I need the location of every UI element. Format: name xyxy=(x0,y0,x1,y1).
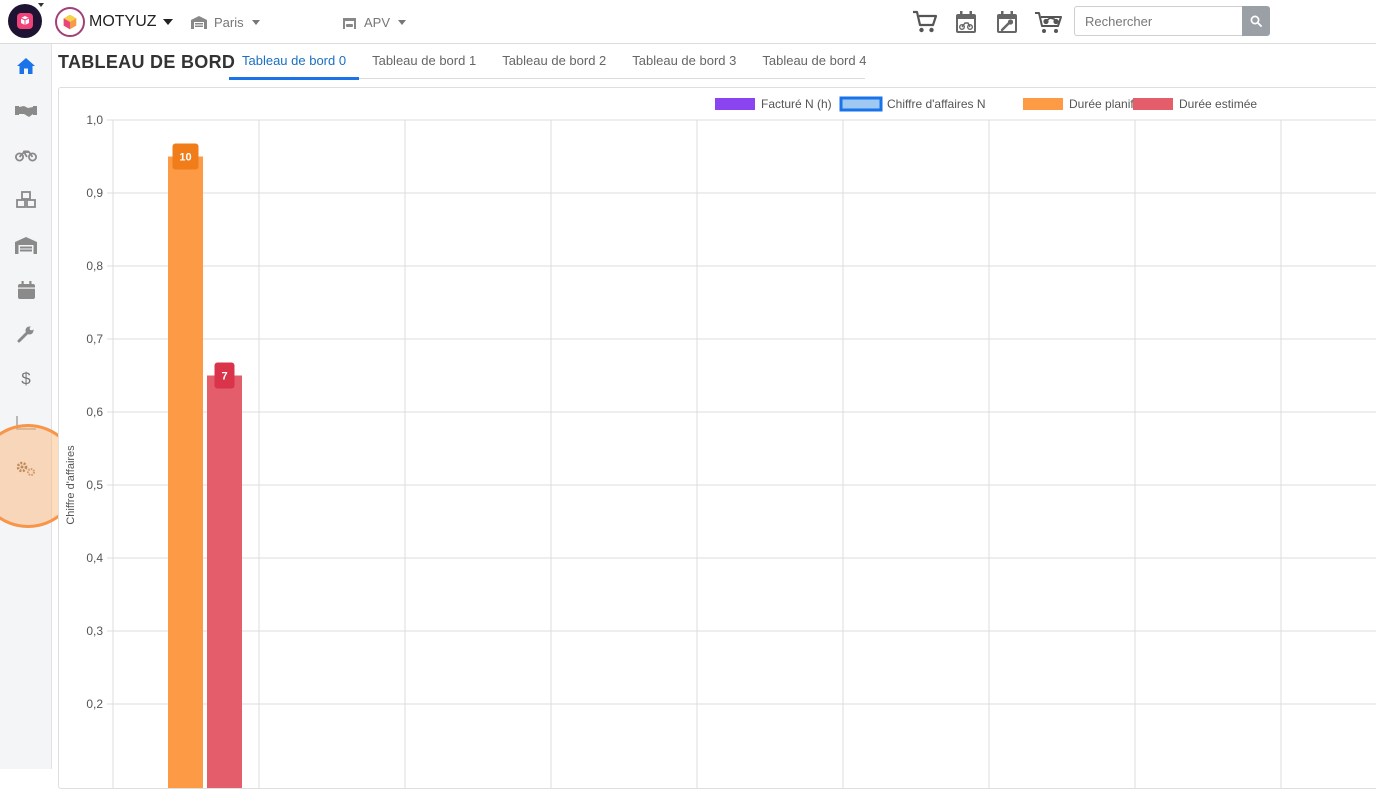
bar-2-0 xyxy=(168,156,203,788)
legend-label: Durée estimée xyxy=(1179,97,1257,111)
search-box xyxy=(1074,6,1270,36)
sidebar-item-home[interactable] xyxy=(0,48,52,84)
chart-icon xyxy=(16,416,36,430)
search-button[interactable] xyxy=(1242,6,1270,36)
y-tick-label: 1,0 xyxy=(86,113,103,127)
module-selector[interactable]: APV xyxy=(342,12,407,32)
site-selector[interactable]: Paris xyxy=(191,12,260,32)
sidebar-item-reports[interactable] xyxy=(0,405,52,441)
app-logo[interactable] xyxy=(8,4,42,38)
chart-panel: 1,0 0,9 0,8 0,7 0,6 0,5 0,4 0,3 0,2 Chiffre d'aff… xyxy=(58,87,1376,789)
page-title: TABLEAU DE BORD xyxy=(58,52,236,72)
y-tick-label: 0,4 xyxy=(86,551,103,565)
search-icon xyxy=(1250,15,1262,27)
data-label: 10 xyxy=(179,152,191,164)
brand-logo-icon xyxy=(55,7,85,37)
chevron-down-icon xyxy=(251,19,260,25)
sidebar-item-partners[interactable] xyxy=(0,93,52,129)
sidebar-item-finance[interactable]: $ xyxy=(0,361,52,397)
sidebar-item-vehicles[interactable] xyxy=(0,137,52,173)
legend-swatch xyxy=(839,96,883,112)
tab-dashboard-2[interactable]: Tableau de bord 2 xyxy=(489,46,619,77)
dashboard-tabs: Tableau de bord 0 Tableau de bord 1 Tabl… xyxy=(229,46,866,80)
app-menu-caret-icon[interactable] xyxy=(38,3,44,7)
cart-button[interactable] xyxy=(910,7,940,37)
bar-3-0 xyxy=(207,375,242,788)
y-axis-title: Chiffre d'affaires xyxy=(65,445,77,525)
cart-moto-icon xyxy=(1035,12,1062,33)
chevron-down-icon xyxy=(162,19,173,25)
warehouse-icon xyxy=(15,236,37,254)
calendar-icon xyxy=(17,281,35,299)
home-icon xyxy=(17,58,35,74)
tab-dashboard-1[interactable]: Tableau de bord 1 xyxy=(359,46,489,77)
cogs-icon xyxy=(16,461,35,476)
legend-label: Chiffre d'affaires N xyxy=(887,97,986,111)
search-input[interactable] xyxy=(1074,6,1242,36)
workshop-calendar-button[interactable] xyxy=(992,7,1022,37)
sidebar-item-warehouse[interactable] xyxy=(0,227,52,263)
brand-name: MOTYUZ xyxy=(89,13,157,30)
tab-dashboard-0[interactable]: Tableau de bord 0 xyxy=(229,46,360,80)
brand-selector[interactable]: MOTYUZ xyxy=(55,5,173,39)
bar-chart: 1,0 0,9 0,8 0,7 0,6 0,5 0,4 0,3 0,2 Chiffre d'aff… xyxy=(65,96,1376,788)
calendar-moto-icon xyxy=(956,11,976,33)
module-selector-label: APV xyxy=(364,14,391,30)
legend-swatch xyxy=(1023,98,1063,110)
y-tick-label: 0,3 xyxy=(86,624,103,638)
legend-swatch xyxy=(1133,98,1173,110)
garage-icon xyxy=(343,17,356,29)
legend-label: Facturé N (h) xyxy=(761,97,832,111)
warehouse-icon xyxy=(191,15,207,29)
sidebar-item-stock[interactable] xyxy=(0,182,52,218)
top-bar: MOTYUZ Paris APV xyxy=(0,0,1376,44)
tab-dashboard-4[interactable]: Tableau de bord 4 xyxy=(749,46,879,77)
y-tick-label: 0,6 xyxy=(86,405,103,419)
y-tick-label: 0,8 xyxy=(86,259,103,273)
y-tick-label: 0,5 xyxy=(86,478,103,492)
cart-icon xyxy=(913,10,938,33)
handshake-icon xyxy=(15,106,37,117)
dollar-icon: $ xyxy=(21,369,31,388)
sidebar-item-planning[interactable] xyxy=(0,272,52,308)
calendar-wrench-icon xyxy=(997,11,1017,33)
legend-swatch xyxy=(715,98,755,110)
site-selector-label: Paris xyxy=(214,14,244,30)
tab-dashboard-3[interactable]: Tableau de bord 3 xyxy=(619,46,749,77)
y-tick-label: 0,7 xyxy=(86,332,103,346)
sidebar-item-settings[interactable] xyxy=(0,451,52,487)
moto-calendar-button[interactable] xyxy=(951,7,981,37)
y-tick-label: 0,2 xyxy=(86,697,103,711)
sidebar-item-workshop[interactable] xyxy=(0,316,52,352)
y-tick-label: 0,9 xyxy=(86,186,103,200)
wrench-icon xyxy=(17,326,34,343)
chevron-down-icon xyxy=(398,19,407,25)
cube-logo-icon xyxy=(17,13,33,29)
cubes-icon xyxy=(16,191,36,208)
motorcycle-icon xyxy=(15,150,37,162)
data-label: 7 xyxy=(221,371,227,383)
sidebar: $ xyxy=(0,44,80,769)
moto-cart-button[interactable] xyxy=(1034,7,1064,37)
